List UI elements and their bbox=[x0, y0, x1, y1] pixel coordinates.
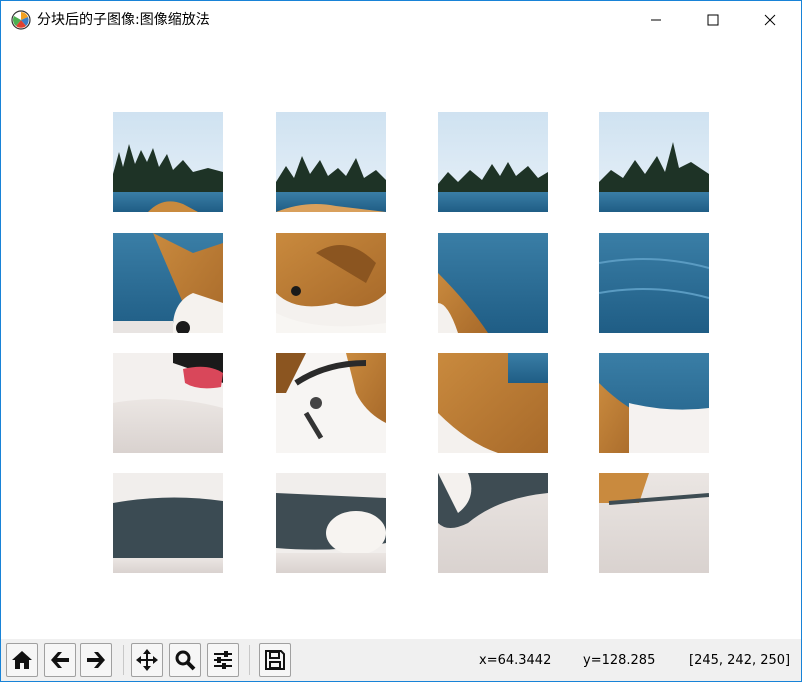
subimage-r3c2 bbox=[276, 353, 386, 453]
navigation-toolbar: x=64.3442 y=128.285 [245, 242, 250] bbox=[1, 639, 801, 681]
pixel-value-readout: [245, 242, 250] bbox=[689, 653, 791, 668]
home-button[interactable] bbox=[6, 643, 38, 677]
subimage-r4c2 bbox=[276, 473, 386, 573]
close-button[interactable] bbox=[747, 1, 793, 39]
save-icon bbox=[265, 650, 285, 670]
save-button[interactable] bbox=[259, 643, 291, 677]
toolbar-separator bbox=[123, 645, 124, 675]
configure-subplots-button[interactable] bbox=[207, 643, 239, 677]
y-coordinate-readout: y=128.285 bbox=[583, 653, 656, 668]
home-icon bbox=[12, 651, 32, 669]
close-icon bbox=[764, 14, 776, 26]
pan-icon bbox=[136, 649, 158, 671]
maximize-button[interactable] bbox=[690, 1, 736, 39]
back-button[interactable] bbox=[44, 643, 76, 677]
toolbar-separator bbox=[249, 645, 250, 675]
zoom-button[interactable] bbox=[169, 643, 201, 677]
subimage-r4c1 bbox=[113, 473, 223, 573]
subimage-r3c1 bbox=[113, 353, 223, 453]
back-arrow-icon bbox=[51, 652, 69, 668]
subimage-r1c4 bbox=[599, 112, 709, 212]
subimage-r2c2 bbox=[276, 233, 386, 333]
subimage-r3c3 bbox=[438, 353, 548, 453]
forward-arrow-icon bbox=[87, 652, 105, 668]
subimage-r2c1 bbox=[113, 233, 223, 333]
minimize-button[interactable] bbox=[633, 1, 679, 39]
x-coordinate-readout: x=64.3442 bbox=[479, 653, 552, 668]
window-title: 分块后的子图像:图像缩放法 bbox=[37, 12, 210, 28]
forward-button[interactable] bbox=[80, 643, 112, 677]
subimage-r1c1 bbox=[113, 112, 223, 212]
configure-subplots-icon bbox=[214, 651, 232, 669]
pan-button[interactable] bbox=[131, 643, 163, 677]
subimage-r2c3 bbox=[438, 233, 548, 333]
matplotlib-logo-icon bbox=[11, 10, 31, 30]
subimage-r1c3 bbox=[438, 112, 548, 212]
maximize-icon bbox=[707, 14, 719, 26]
subimage-r1c2 bbox=[276, 112, 386, 212]
title-bar: 分块后的子图像:图像缩放法 bbox=[1, 1, 801, 39]
minimize-icon bbox=[651, 19, 661, 21]
subimage-r2c4 bbox=[599, 233, 709, 333]
zoom-icon bbox=[175, 650, 196, 671]
subimage-r4c4 bbox=[599, 473, 709, 573]
figure-window: 分块后的子图像:图像缩放法 x=64.3442 y=128.285 [245, … bbox=[0, 0, 802, 682]
subimage-r4c3 bbox=[438, 473, 548, 573]
subimage-r3c4 bbox=[599, 353, 709, 453]
figure-canvas[interactable] bbox=[1, 40, 801, 639]
